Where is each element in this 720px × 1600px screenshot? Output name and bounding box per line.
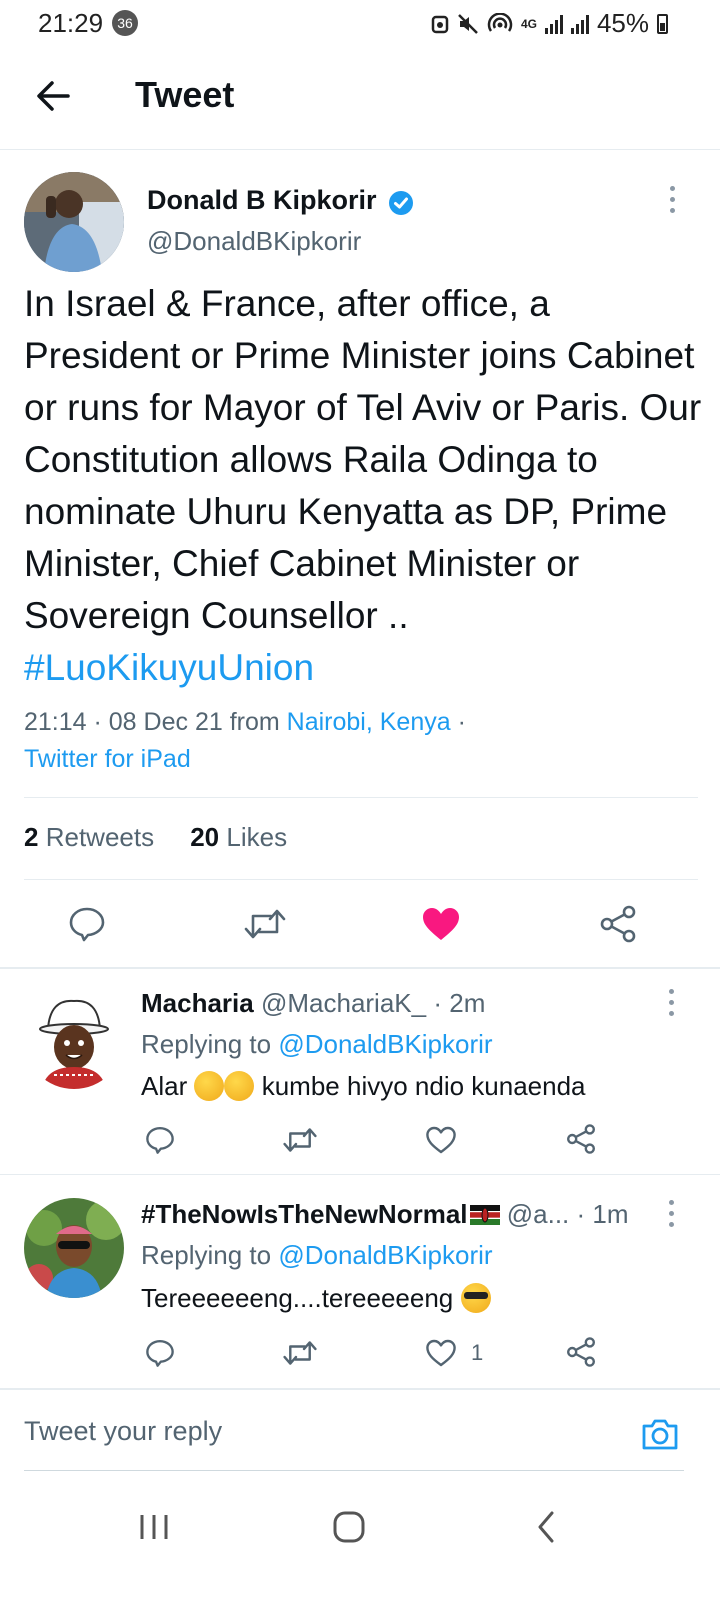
reply-like-count: 1 — [471, 1340, 484, 1365]
reply-item[interactable]: #TheNowIsTheNewNormal @a... · 1m Replyin… — [0, 1176, 720, 1386]
back-nav-icon[interactable] — [536, 1510, 556, 1544]
author-avatar[interactable] — [24, 172, 124, 272]
thinking-face-emoji — [194, 1071, 225, 1101]
battery-icon — [657, 13, 668, 34]
more-options-icon[interactable] — [667, 1200, 675, 1227]
from-label: from — [229, 708, 280, 736]
reply-time: 2m — [449, 988, 486, 1018]
alarm-icon — [431, 15, 449, 33]
replying-to-label: Replying to — [141, 1029, 272, 1059]
verified-badge-icon — [389, 191, 413, 215]
share-icon[interactable] — [598, 904, 638, 944]
tweet-text: In Israel & France, after office, a Pres… — [24, 278, 704, 694]
photo-avatar-image — [24, 1198, 124, 1298]
likes-count: 20 — [190, 822, 220, 852]
heart-icon[interactable] — [425, 1338, 457, 1368]
home-icon[interactable] — [332, 1510, 366, 1544]
thinking-face-emoji — [224, 1071, 255, 1101]
location-link[interactable]: Nairobi, Kenya — [287, 708, 451, 736]
tweet-stats: 2 Retweets 20 Likes — [24, 822, 287, 853]
replying-to-line: Replying to @DonaldBKipkorir — [141, 1240, 493, 1271]
mute-icon — [458, 13, 478, 34]
reply-icon[interactable] — [145, 1125, 175, 1155]
tweet-time: 21:14 — [24, 708, 87, 736]
reply-author-name[interactable]: Macharia — [141, 988, 254, 1018]
cartoon-avatar-image — [24, 989, 124, 1089]
reply-text: Tereeeeeeng....tereeeeeng — [141, 1283, 491, 1314]
reply-avatar[interactable] — [24, 1198, 124, 1298]
status-right-group: 4G 45% — [431, 8, 668, 39]
notification-count-badge: 36 — [112, 10, 138, 36]
sunglasses-face-emoji — [460, 1283, 491, 1313]
replying-to-link[interactable]: @DonaldBKipkorir — [278, 1029, 492, 1059]
share-icon[interactable] — [565, 1336, 597, 1368]
author-handle: @DonaldBKipkorir — [147, 226, 362, 256]
page-title: Tweet — [135, 74, 235, 115]
replying-to-line: Replying to @DonaldBKipkorir — [141, 1029, 493, 1060]
retweet-icon[interactable] — [283, 1338, 317, 1368]
reply-icon[interactable] — [145, 1338, 175, 1368]
camera-icon[interactable] — [640, 1414, 680, 1454]
signal-icon-2 — [570, 14, 589, 34]
tweet-body: In Israel & France, after office, a Pres… — [24, 283, 702, 636]
reply-author-handle: @a... — [506, 1199, 570, 1229]
kenya-flag-icon — [469, 1205, 500, 1225]
reply-action-bar — [141, 1119, 701, 1169]
more-options-icon[interactable] — [667, 989, 675, 1016]
recent-apps-icon[interactable] — [138, 1512, 170, 1542]
reply-text: Alar kumbe hivyo ndio kunaenda — [141, 1071, 586, 1102]
heart-icon[interactable] — [425, 1125, 457, 1155]
replying-to-link[interactable]: @DonaldBKipkorir — [278, 1240, 492, 1270]
reply-text-part: kumbe hivyo ndio kunaenda — [261, 1071, 586, 1101]
replying-to-label: Replying to — [141, 1240, 272, 1270]
reply-dot: · — [576, 1199, 586, 1229]
signal-icon — [544, 14, 563, 34]
likes-stat[interactable]: 20 Likes — [190, 822, 287, 852]
likes-label: Likes — [226, 822, 288, 852]
status-time: 21:29 — [38, 8, 104, 38]
status-bar: 21:29 36 4G 45% — [0, 0, 720, 46]
retweets-label: Retweets — [45, 822, 155, 852]
hotspot-icon — [487, 12, 513, 32]
reply-input[interactable]: Tweet your reply — [24, 1416, 222, 1447]
section-separator — [0, 1388, 720, 1390]
more-options-icon[interactable] — [668, 186, 676, 213]
hashtag-link[interactable]: #LuoKikuyuUnion — [24, 647, 314, 688]
reply-header: Macharia @MachariaK_ · 2m — [141, 988, 485, 1019]
reply-input-underline — [24, 1470, 684, 1471]
share-icon[interactable] — [565, 1123, 597, 1155]
reply-text-part: Alar — [141, 1071, 188, 1101]
retweets-stat[interactable]: 2 Retweets — [24, 822, 154, 852]
arrow-left-icon[interactable] — [36, 76, 76, 116]
reply-author-name[interactable]: #TheNowIsTheNewNormal — [141, 1199, 468, 1229]
retweet-icon[interactable] — [244, 906, 286, 942]
author-name[interactable]: Donald B Kipkorir — [147, 185, 377, 216]
reply-header: #TheNowIsTheNewNormal @a... · 1m — [141, 1199, 629, 1230]
reply-separator — [0, 1174, 720, 1175]
source-link[interactable]: Twitter for iPad — [24, 745, 191, 773]
app-header: Tweet — [0, 46, 720, 150]
reply-icon[interactable] — [68, 906, 106, 942]
reply-author-handle: @MachariaK_ — [260, 988, 427, 1018]
retweets-count: 2 — [24, 822, 39, 852]
heart-icon[interactable] — [421, 906, 461, 942]
retweet-icon[interactable] — [283, 1125, 317, 1155]
tweet-meta: 21:14 · 08 Dec 21 from Nairobi, Kenya · … — [24, 708, 466, 773]
battery-percent: 45% — [596, 8, 649, 38]
reply-avatar[interactable] — [24, 989, 124, 1089]
reply-action-bar: 1 — [141, 1332, 701, 1382]
reply-item[interactable]: Macharia @MachariaK_ · 2m Replying to @D… — [0, 969, 720, 1174]
tweet-action-bar — [0, 880, 720, 968]
reply-time: 1m — [592, 1199, 629, 1229]
reply-text-part: Tereeeeeeng....tereeeeeng — [141, 1283, 454, 1313]
divider — [24, 797, 698, 798]
tweet-date: 08 Dec 21 — [108, 708, 223, 736]
network-type: 4G — [520, 16, 537, 31]
reply-dot: · — [433, 988, 443, 1018]
author-avatar-image — [24, 172, 124, 272]
system-nav-bar — [0, 1490, 720, 1600]
